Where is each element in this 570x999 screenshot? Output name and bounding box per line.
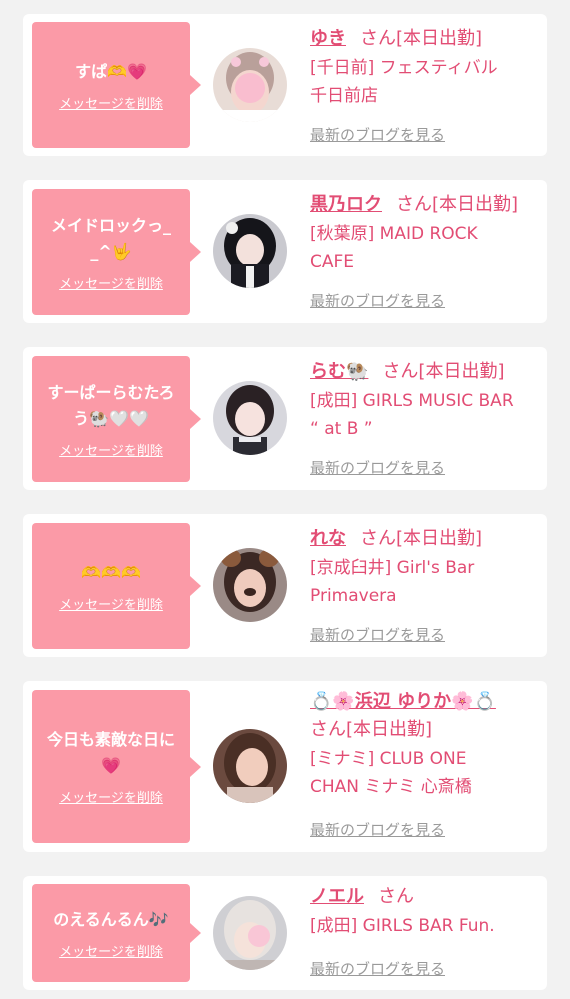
- message-card: すーぱーらむたろ う🐏🤍🤍 メッセージを削除 らむ🐏 さん[本日出勤] [成田] …: [23, 347, 547, 490]
- message-text: すーぱーらむたろ う🐏🤍🤍: [47, 380, 174, 432]
- message-text: のえるんるん🎶: [53, 907, 168, 933]
- name-line: れな さん[本日出勤]: [310, 526, 540, 552]
- message-bubble: すーぱーらむたろ う🐏🤍🤍 メッセージを削除: [32, 356, 190, 482]
- message-line: すぱ🫶💗: [75, 61, 147, 81]
- message-line: 💗: [101, 756, 121, 775]
- message-line: _^🤟: [90, 241, 132, 261]
- avatar-photo: [213, 381, 287, 455]
- name-line: ノエル さん: [310, 884, 540, 910]
- message-line: すーぱーらむたろ: [47, 382, 175, 402]
- attendance-status: [本日出勤]: [432, 194, 519, 215]
- attendance-status: [本日出勤]: [396, 528, 483, 549]
- shop-line: [京成臼井] Girl's Bar: [310, 558, 475, 578]
- avatar-photo: [213, 729, 287, 803]
- message-card: すぱ🫶💗 メッセージを削除 ゆき さん[本日出勤] [千日前] フェスティバル 千…: [23, 14, 547, 156]
- message-line: 🫶🫶🫶: [81, 562, 141, 582]
- avatar-photo: [213, 214, 287, 288]
- name-line: ゆき さん[本日出勤]: [310, 26, 540, 52]
- avatar[interactable]: [213, 214, 287, 288]
- girl-info: らむ🐏 さん[本日出勤] [成田] GIRLS MUSIC BAR “ at B …: [310, 359, 540, 443]
- message-text: 🫶🫶🫶: [81, 560, 141, 586]
- girl-info: ノエル さん [成田] GIRLS BAR Fun.: [310, 884, 540, 940]
- message-bubble: メイドロックっ_ _^🤟 メッセージを削除: [32, 189, 190, 315]
- girl-info: 💍🌸浜辺 ゆりか🌸💍 さん[本日出勤] [ミナミ] CLUB ONE CHAN …: [310, 689, 540, 801]
- girl-name-link[interactable]: 黒乃ロク: [310, 194, 382, 215]
- name-line-2: さん[本日出勤]: [310, 717, 540, 743]
- girl-name-link[interactable]: らむ🐏: [310, 361, 368, 382]
- message-card: メイドロックっ_ _^🤟 メッセージを削除 黒乃ロク さん[本日出勤] [秋葉原]…: [23, 180, 547, 323]
- shop-name: [成田] GIRLS MUSIC BAR “ at B ”: [310, 387, 540, 443]
- shop-line: [成田] GIRLS MUSIC BAR: [310, 391, 514, 411]
- name-line: 黒乃ロク さん[本日出勤]: [310, 192, 540, 218]
- honorific: さん: [396, 194, 432, 215]
- message-line: 今日も素敵な日に: [46, 730, 175, 749]
- message-card: 🫶🫶🫶 メッセージを削除 れな さん[本日出勤] [京成臼井] Girl's Ba…: [23, 514, 547, 657]
- message-text: メイドロックっ_ _^🤟: [51, 213, 171, 265]
- delete-message-link[interactable]: メッセージを削除: [59, 273, 163, 292]
- honorific: さん: [378, 886, 414, 907]
- shop-line: CAFE: [310, 252, 355, 272]
- avatar-photo: [213, 548, 287, 622]
- shop-line: 千日前店: [310, 86, 378, 106]
- delete-message-link[interactable]: メッセージを削除: [59, 787, 163, 806]
- avatar[interactable]: [213, 896, 287, 970]
- message-card: のえるんるん🎶 メッセージを削除 ノエル さん [成田] GIRLS BAR Fu…: [23, 876, 547, 990]
- shop-name: [成田] GIRLS BAR Fun.: [310, 912, 540, 940]
- shop-name: [千日前] フェスティバル 千日前店: [310, 54, 540, 110]
- girl-name-link[interactable]: 💍🌸浜辺 ゆりか🌸💍: [310, 691, 496, 712]
- message-bubble: 今日も素敵な日に 💗 メッセージを削除: [32, 690, 190, 843]
- attendance-status: [本日出勤]: [346, 719, 433, 740]
- attendance-status: [本日出勤]: [418, 361, 505, 382]
- message-line: のえるんるん🎶: [53, 909, 169, 929]
- delete-message-link[interactable]: メッセージを削除: [59, 440, 163, 459]
- message-list: すぱ🫶💗 メッセージを削除 ゆき さん[本日出勤] [千日前] フェスティバル 千…: [0, 0, 570, 999]
- latest-blog-link[interactable]: 最新のブログを見る: [310, 958, 445, 979]
- attendance-status: [本日出勤]: [396, 28, 483, 49]
- latest-blog-link[interactable]: 最新のブログを見る: [310, 819, 445, 840]
- honorific: さん: [382, 361, 419, 382]
- avatar-photo: [213, 48, 287, 122]
- avatar[interactable]: [213, 548, 287, 622]
- latest-blog-link[interactable]: 最新のブログを見る: [310, 624, 445, 645]
- latest-blog-link[interactable]: 最新のブログを見る: [310, 457, 445, 478]
- name-line: らむ🐏 さん[本日出勤]: [310, 359, 540, 385]
- shop-line: [成田] GIRLS BAR Fun.: [310, 916, 495, 936]
- shop-line: “ at B ”: [310, 419, 373, 439]
- shop-line: Primavera: [310, 586, 397, 606]
- shop-line: [秋葉原] MAID ROCK: [310, 224, 478, 244]
- shop-name: [京成臼井] Girl's Bar Primavera: [310, 554, 540, 610]
- shop-name: [ミナミ] CLUB ONE CHAN ミナミ 心斎橋: [310, 745, 540, 801]
- message-bubble: すぱ🫶💗 メッセージを削除: [32, 22, 190, 148]
- message-bubble: のえるんるん🎶 メッセージを削除: [32, 884, 190, 982]
- shop-line: CHAN ミナミ 心斎橋: [310, 777, 472, 797]
- name-line: 💍🌸浜辺 ゆりか🌸💍: [310, 689, 540, 715]
- honorific: さん: [360, 528, 396, 549]
- girl-name-link[interactable]: ゆき: [310, 28, 346, 49]
- avatar-photo: [213, 896, 287, 970]
- shop-line: [千日前] フェスティバル: [310, 58, 498, 78]
- delete-message-link[interactable]: メッセージを削除: [59, 93, 163, 112]
- message-line: う🐏🤍🤍: [73, 408, 149, 428]
- message-text: すぱ🫶💗: [75, 59, 147, 85]
- latest-blog-link[interactable]: 最新のブログを見る: [310, 124, 445, 145]
- avatar[interactable]: [213, 729, 287, 803]
- message-line: メイドロックっ_: [50, 215, 171, 235]
- message-bubble: 🫶🫶🫶 メッセージを削除: [32, 523, 190, 649]
- honorific: さん: [360, 28, 396, 49]
- delete-message-link[interactable]: メッセージを削除: [59, 941, 163, 960]
- girl-info: ゆき さん[本日出勤] [千日前] フェスティバル 千日前店: [310, 26, 540, 110]
- girl-name-link[interactable]: ノエル: [310, 886, 364, 907]
- shop-name: [秋葉原] MAID ROCK CAFE: [310, 220, 540, 276]
- shop-line: [ミナミ] CLUB ONE: [310, 749, 467, 769]
- girl-info: れな さん[本日出勤] [京成臼井] Girl's Bar Primavera: [310, 526, 540, 610]
- girl-info: 黒乃ロク さん[本日出勤] [秋葉原] MAID ROCK CAFE: [310, 192, 540, 276]
- latest-blog-link[interactable]: 最新のブログを見る: [310, 290, 445, 311]
- avatar[interactable]: [213, 381, 287, 455]
- honorific: さん: [310, 719, 346, 740]
- avatar[interactable]: [213, 48, 287, 122]
- girl-name-link[interactable]: れな: [310, 528, 346, 549]
- message-text: 今日も素敵な日に 💗: [47, 727, 175, 779]
- delete-message-link[interactable]: メッセージを削除: [59, 594, 163, 613]
- message-card: 今日も素敵な日に 💗 メッセージを削除 💍🌸浜辺 ゆりか🌸💍 さん[本日出勤] …: [23, 681, 547, 852]
